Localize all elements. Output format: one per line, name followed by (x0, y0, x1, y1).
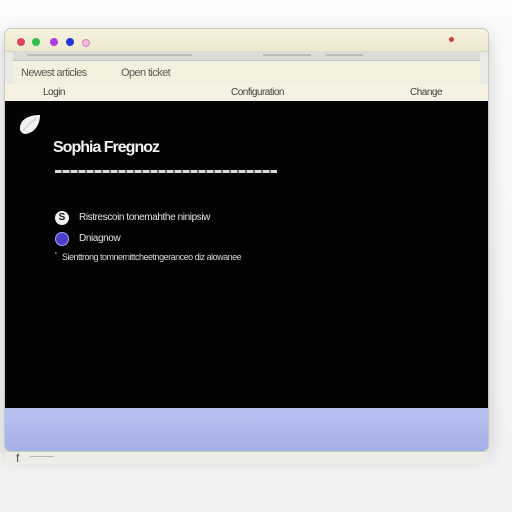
list-item-label: Ristrescoin tonemahthe ninipsiw (79, 212, 211, 223)
tab-indicator (263, 54, 311, 56)
close-icon[interactable] (17, 38, 25, 46)
content-area: Sophia Fregnoz S Ristrescoin tonemahthe … (5, 101, 488, 408)
bottom-mark: f (16, 451, 20, 465)
app-window: Newest articles Open ticket Login Config… (4, 28, 489, 452)
pink-control-icon[interactable] (82, 39, 90, 47)
bottom-strip (5, 452, 488, 464)
leaf-icon (20, 115, 40, 134)
desktop: Newest articles Open ticket Login Config… (0, 0, 512, 512)
list-item[interactable]: Dniagnow (55, 232, 165, 248)
bottom-line (30, 456, 54, 457)
heading-divider (55, 170, 277, 173)
extra-control-icon[interactable] (66, 38, 74, 46)
tab-strip (13, 51, 480, 61)
toolbar: Newest articles Open ticket (13, 62, 480, 85)
minimize-icon[interactable] (32, 38, 40, 46)
toolbar-left-label[interactable]: Newest articles (21, 67, 87, 79)
list-item-label: Dniagnow (79, 233, 121, 244)
footer-panel (5, 408, 488, 451)
address-right-label[interactable]: Change (410, 87, 443, 98)
address-center-label[interactable]: Configuration (231, 87, 284, 98)
title-bar (5, 29, 488, 52)
circle-icon (55, 232, 69, 246)
page-heading: Sophia Fregnoz (53, 139, 160, 156)
footnote: ' Sienttrong tomnernittcheetngeranceo di… (55, 251, 321, 263)
tab-indicator (27, 54, 192, 56)
address-left-label[interactable]: Login (43, 87, 65, 98)
s-letter-icon: S (55, 211, 69, 225)
zoom-icon[interactable] (50, 38, 58, 46)
footnote-mark: ' (55, 251, 57, 262)
toolbar-right-label[interactable]: Open ticket (121, 67, 171, 79)
address-bar: Login Configuration Change (5, 84, 488, 102)
status-dot-icon (449, 37, 454, 42)
tab-indicator (326, 54, 363, 56)
list-item[interactable]: S Ristrescoin tonemahthe ninipsiw (55, 211, 265, 227)
footnote-text: Sienttrong tomnernittcheetngeranceo diz … (62, 252, 242, 262)
